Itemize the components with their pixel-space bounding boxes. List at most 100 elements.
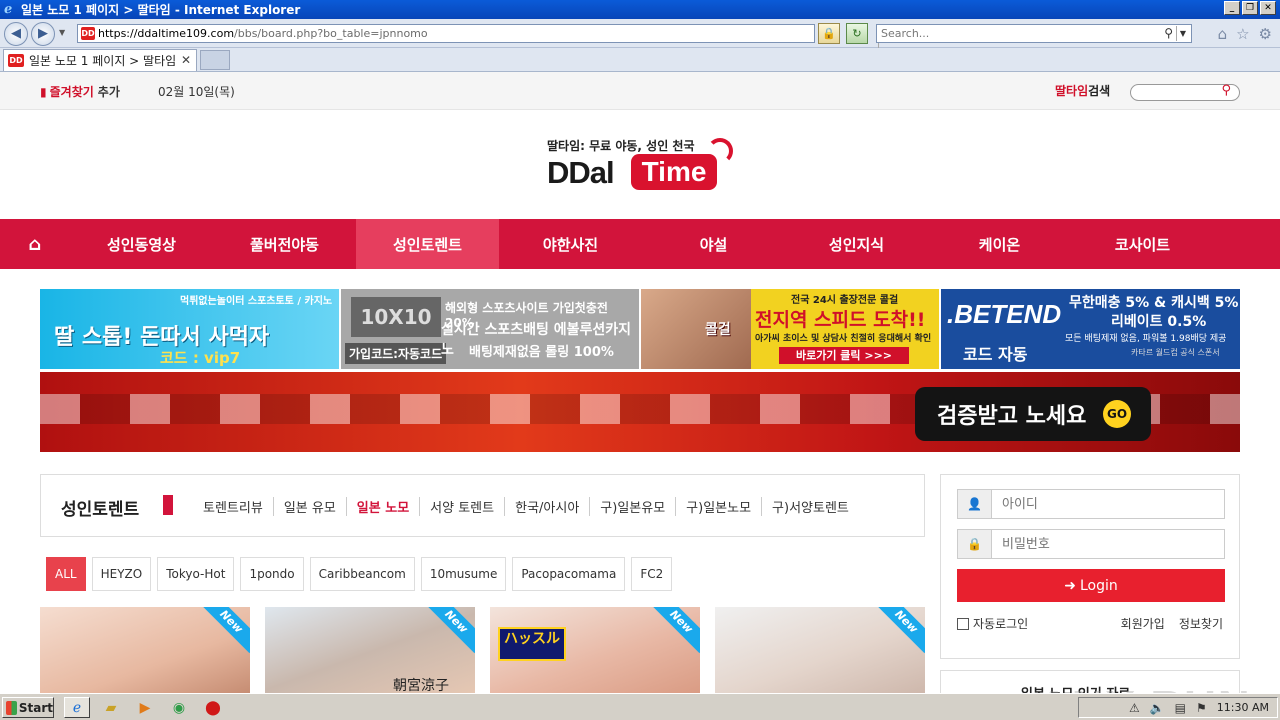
restore-button[interactable]: ❐ [1242, 1, 1258, 15]
nav-item-keion[interactable]: 케이온 [928, 219, 1071, 269]
login-button[interactable]: ➜ Login [957, 569, 1225, 602]
find-info-link[interactable]: 정보찾기 [1179, 617, 1223, 631]
password-input[interactable] [992, 530, 1224, 558]
address-bar[interactable]: DD https://ddaltime109.com/bbs/board.php… [77, 24, 889, 48]
minimize-button[interactable]: _ [1224, 1, 1240, 15]
category-1pondo[interactable]: 1pondo [240, 557, 304, 591]
ad3-line-3: 아가씨 초이스 및 상담사 친절히 응대해서 확인 [755, 334, 932, 344]
tray-flag-icon[interactable]: ⚑ [1196, 701, 1207, 715]
post-thumbnail[interactable]: New ハッスル [490, 607, 700, 693]
site-search-icon[interactable]: ⚲ [1221, 83, 1231, 98]
nav-item-cosite[interactable]: 코사이트 [1071, 219, 1214, 269]
taskbar-explorer-icon[interactable]: ▰ [98, 697, 124, 718]
new-ribbon: New [874, 607, 925, 654]
close-window-button[interactable]: ✕ [1260, 1, 1276, 15]
favorites-star-icon[interactable]: ☆ [1236, 25, 1249, 43]
tray-network-icon[interactable]: ▤ [1175, 701, 1186, 715]
bookmark-icon: ▮ [40, 85, 47, 99]
new-ribbon: New [199, 607, 250, 654]
site-search-input[interactable]: ⚲ [1130, 83, 1240, 101]
ad-banner-4[interactable]: .BETEND 코드 자동 무한매충 5% & 캐시백 5% 리베이트 0.5%… [941, 289, 1240, 369]
add-favorites-link[interactable]: ▮ 즐겨찾기 추가 [40, 83, 120, 100]
ad-banner-2[interactable]: 10X10 가입코드:자동코드 해외형 스포츠사이트 가입첫충전 20% 실시간… [341, 289, 639, 369]
register-link[interactable]: 회원가입 [1121, 617, 1165, 631]
settings-gear-icon[interactable]: ⚙ [1259, 25, 1272, 43]
login-pw-field[interactable]: 🔒 [957, 529, 1225, 559]
sub-nav-korea-asia[interactable]: 한국/아시아 [504, 497, 589, 516]
tray-volume-icon[interactable]: 🔈 [1150, 701, 1165, 715]
ad4-code-text: 코드 자동 [963, 345, 1028, 364]
nav-item-adult-torrent[interactable]: 성인토렌트 [356, 219, 499, 269]
ad3-shortcut-button[interactable]: 바로가기 클릭 >>> [779, 347, 909, 364]
browser-search-input[interactable]: Search... ⚲ ▼ [876, 24, 1192, 43]
sub-nav-jp-censored[interactable]: 일본 유모 [272, 497, 346, 516]
login-arrow-icon: ➜ [1064, 577, 1076, 594]
post-thumbnail[interactable]: New [715, 607, 925, 693]
browser-search-placeholder: Search... [881, 27, 930, 40]
go-badge: GO [1103, 400, 1131, 428]
taskbar-ie-icon[interactable]: ℯ [64, 697, 90, 718]
forward-button[interactable]: ▶ [31, 22, 55, 46]
nav-item-stories[interactable]: 야설 [642, 219, 785, 269]
ad4-line-1: 무한매충 5% & 캐시백 5% [1069, 295, 1239, 311]
refresh-icon[interactable]: ↻ [846, 23, 868, 44]
post-thumbnail[interactable]: New 朝宮涼子 [265, 607, 475, 693]
user-icon: 👤 [958, 490, 992, 518]
tab-close-icon[interactable]: ✕ [181, 53, 191, 67]
auto-login-label: 자동로그인 [973, 617, 1029, 631]
tab-current[interactable]: DD 일본 노모 1 페이지 > 딸타임 ✕ [3, 49, 197, 71]
tray-warning-icon[interactable]: ⚠ [1129, 701, 1140, 715]
verify-badge[interactable]: 검증받고 노세요 GO [915, 387, 1151, 441]
category-caribbeancom[interactable]: Caribbeancom [309, 557, 415, 591]
sub-nav-old-jp-censored[interactable]: 구)일본유모 [589, 497, 675, 516]
category-tokyo-hot[interactable]: Tokyo-Hot [157, 557, 235, 591]
history-dropdown-icon[interactable]: ▼ [59, 28, 65, 37]
ad3-line-2: 전지역 스피드 도착!! [755, 309, 926, 331]
board-header: 성인토렌트 토렌트리뷰 일본 유모 일본 노모 서양 토렌트 한국/아시아 구)… [40, 474, 925, 537]
auto-login-checkbox[interactable] [957, 617, 969, 630]
taskbar-media-player-icon[interactable]: ▶ [132, 697, 158, 718]
new-tab-button[interactable] [200, 50, 230, 70]
site-logo[interactable]: 딸타임: 무료 야동, 성인 천국 DDal Time [547, 137, 747, 197]
sub-nav-old-jp-uncensored[interactable]: 구)일본노모 [675, 497, 761, 516]
home-page-icon[interactable]: ⌂ [1218, 25, 1228, 43]
category-pacopacomama[interactable]: Pacopacomama [512, 557, 626, 591]
nav-home-icon[interactable]: ⌂ [0, 219, 70, 269]
id-input[interactable] [992, 490, 1224, 518]
category-10musume[interactable]: 10musume [420, 557, 507, 591]
windows-logo-icon [6, 700, 17, 715]
auto-login-toggle[interactable]: 자동로그인 [957, 615, 1028, 632]
sub-nav-jp-uncensored[interactable]: 일본 노모 [345, 497, 419, 516]
nav-item-photos[interactable]: 야한사진 [499, 219, 642, 269]
category-heyzo[interactable]: HEYZO [91, 557, 152, 591]
category-all[interactable]: ALL [46, 557, 86, 591]
address-host: https://ddaltime109.com [98, 27, 235, 40]
start-button[interactable]: Start [2, 697, 54, 718]
category-fc2[interactable]: FC2 [631, 557, 673, 591]
nav-item-full-version[interactable]: 풀버전야동 [213, 219, 356, 269]
sub-nav-torrent-review[interactable]: 토렌트리뷰 [203, 497, 273, 516]
sub-nav-western-torrent[interactable]: 서양 토렌트 [419, 497, 504, 516]
search-icon[interactable]: ⚲ [1164, 25, 1173, 42]
ad-banner-3[interactable]: 콜걸 전국 24시 출장전문 콜걸 전지역 스피드 도착!! 아가씨 초이스 및… [641, 289, 939, 369]
taskbar-shield-icon[interactable]: ⬤ [200, 697, 226, 718]
nav-item-knowledge[interactable]: 성인지식 [785, 219, 928, 269]
wide-ad-banner[interactable]: 검증받고 노세요 GO [40, 372, 1240, 452]
ad2-logo: 10X10 [351, 297, 441, 337]
window-title: 일본 노모 1 페이지 > 딸타임 - Internet Explorer [21, 3, 301, 17]
taskbar-chrome-icon[interactable]: ◉ [166, 697, 192, 718]
category-filter: ALL HEYZO Tokyo-Hot 1pondo Caribbeancom … [46, 557, 673, 591]
lock-icon: 🔒 [958, 530, 992, 558]
verify-text: 검증받고 노세요 [937, 404, 1087, 429]
today-date: 02월 10일(목) [158, 85, 235, 99]
login-id-field[interactable]: 👤 [957, 489, 1225, 519]
sub-nav-old-western[interactable]: 구)서양토렌트 [761, 497, 859, 516]
ad-banner-1[interactable]: 먹튀없는놀이터 스포츠토토 / 카지노 딸 스톱! 돈따서 사먹자 코드 : v… [40, 289, 339, 369]
nav-item-adult-videos[interactable]: 성인동영상 [70, 219, 213, 269]
search-dropdown-icon[interactable]: ▼ [1176, 26, 1189, 41]
board-title-accent [163, 495, 173, 515]
board-title: 성인토렌트 [61, 500, 140, 520]
security-lock-icon[interactable]: 🔒 [818, 23, 840, 44]
back-button[interactable]: ◀ [4, 22, 28, 46]
post-thumbnail[interactable]: New [40, 607, 250, 693]
